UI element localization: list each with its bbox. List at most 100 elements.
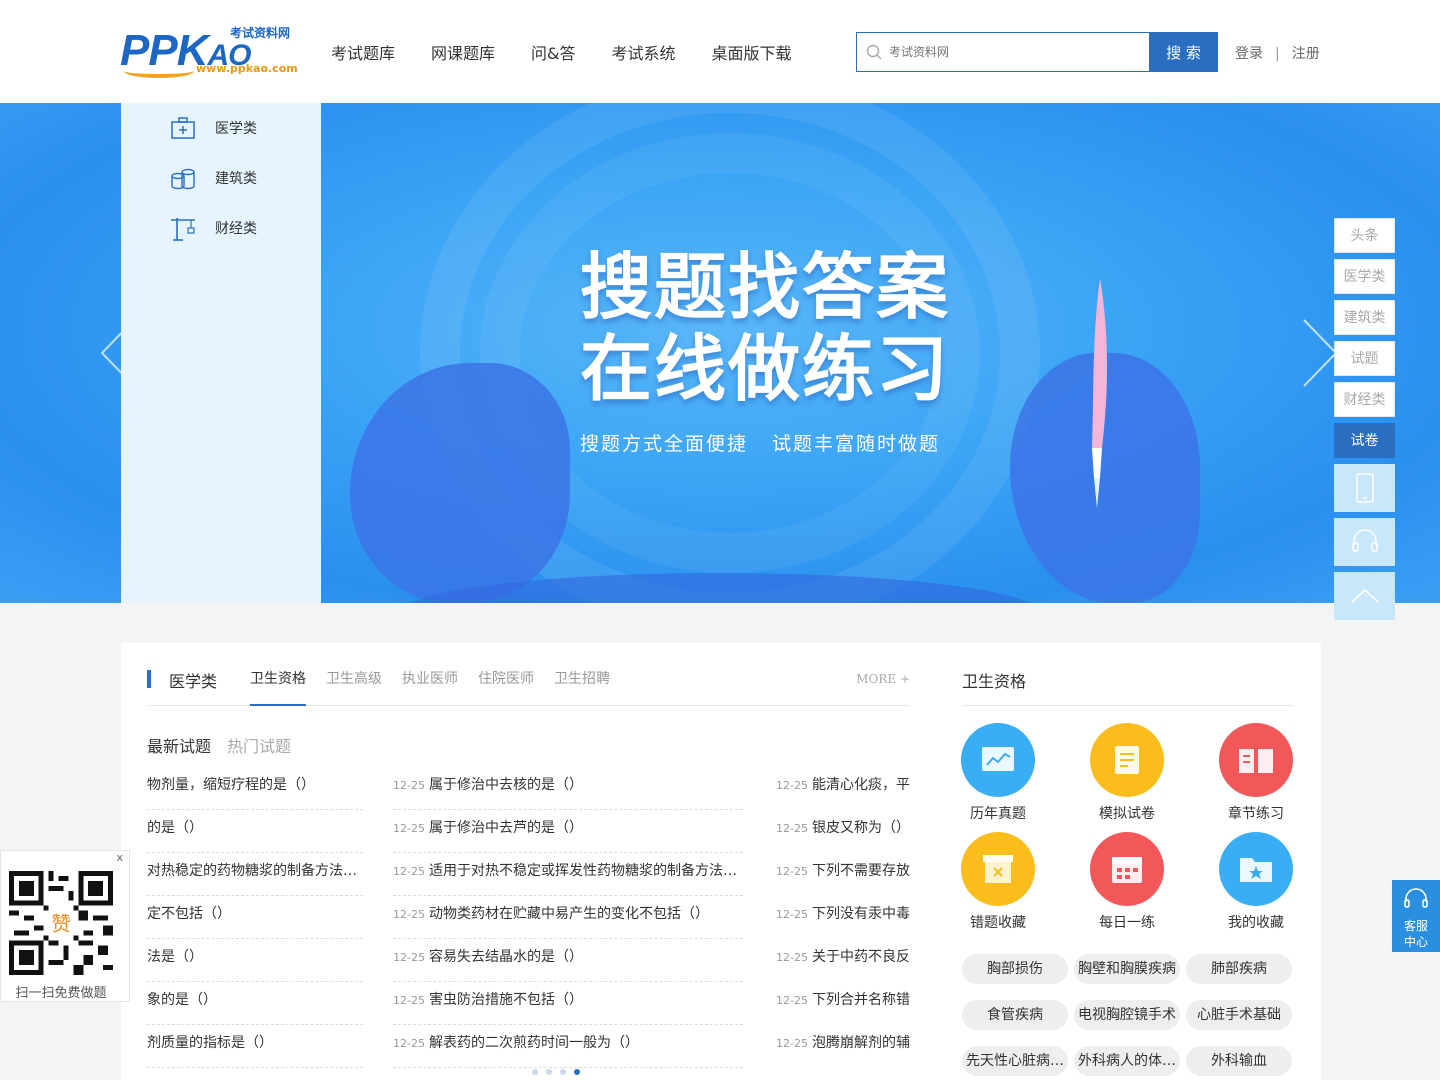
question-row[interactable]: 12-25下列合并名称错误	[776, 982, 910, 1025]
feature-my-favorites[interactable]: 我的收藏	[1211, 832, 1301, 932]
feature-circle	[1090, 832, 1164, 906]
search-box	[856, 32, 1150, 72]
pagination-dots	[532, 1069, 580, 1075]
headset-icon	[1404, 888, 1428, 908]
headset-icon	[1351, 529, 1378, 552]
feature-circle	[1219, 723, 1293, 797]
question-row[interactable]: 12-25 属于修治中去核的是（）	[393, 767, 743, 810]
nav-exam-bank[interactable]: 考试题库	[331, 40, 395, 64]
side-nav-headline[interactable]: 头条	[1334, 218, 1395, 253]
side-nav-questions[interactable]: 试题	[1334, 341, 1395, 376]
tab-licensed-physician[interactable]: 执业医师	[402, 668, 458, 706]
tab-latest-questions[interactable]: 最新试题	[147, 737, 211, 756]
question-row[interactable]: 12-25关于中药不良反应	[776, 939, 910, 982]
question-row[interactable]: 剂质量的指标是（）	[147, 1025, 363, 1068]
category-menu: 医学类 建筑类 财经类	[121, 103, 321, 603]
side-nav-papers[interactable]: 试卷	[1334, 423, 1395, 458]
calendar-icon	[1112, 857, 1142, 883]
login-separator: |	[1275, 46, 1280, 62]
question-row[interactable]: 象的是（）	[147, 982, 363, 1025]
right-panel-title: 卫生资格	[962, 668, 1294, 706]
section-tabs: 卫生资格 卫生高级 执业医师 住院医师 卫生招聘	[250, 668, 630, 706]
question-row[interactable]: 的是（）	[147, 810, 363, 853]
side-nav-building[interactable]: 建筑类	[1334, 300, 1395, 335]
topic-tag[interactable]: 电视胸腔镜手术	[1074, 1000, 1180, 1030]
feature-label: 历年真题	[970, 806, 1026, 822]
pagination-dot-active[interactable]	[574, 1069, 580, 1075]
main-nav: 考试题库 网课题库 问&答 考试系统 桌面版下载	[331, 40, 792, 64]
question-row[interactable]: 12-25 银皮又称为（）	[776, 810, 910, 853]
topic-tag[interactable]: 胸壁和胸膜疾病	[1074, 954, 1180, 984]
topic-tag[interactable]: 先天性心脏病的外科治疗	[962, 1046, 1068, 1076]
category-item-finance[interactable]: 财经类	[169, 213, 257, 243]
question-row[interactable]: 12-25泡腾崩解剂的辅料	[776, 1025, 910, 1068]
category-label: 医学类	[215, 121, 257, 137]
register-link[interactable]: 注册	[1292, 43, 1320, 63]
question-row[interactable]: 法是（）	[147, 939, 363, 982]
topic-tag[interactable]: 肺部疾病	[1186, 954, 1292, 984]
tab-health-recruitment[interactable]: 卫生招聘	[554, 668, 610, 706]
category-item-medical[interactable]: 医学类	[169, 113, 257, 143]
search-input[interactable]	[889, 41, 1139, 63]
qr-close-button[interactable]: x	[116, 851, 123, 864]
topic-tag[interactable]: 心脏手术基础	[1186, 1000, 1292, 1030]
tab-health-qualification[interactable]: 卫生资格	[250, 668, 306, 706]
question-row[interactable]: 12-25 适用于对热不稳定或挥发性药物糖浆的制备方法是（）	[393, 853, 743, 896]
qr-badge: 赞	[51, 912, 71, 935]
question-row[interactable]: 12-25 容易失去结晶水的是（）	[393, 939, 743, 982]
side-mobile-button[interactable]	[1334, 464, 1395, 512]
back-to-top-button[interactable]	[1334, 572, 1395, 620]
login-link[interactable]: 登录	[1235, 43, 1263, 63]
topic-tag[interactable]: 外科病人的体液失调	[1074, 1046, 1180, 1076]
nav-desktop-download[interactable]: 桌面版下载	[712, 40, 792, 64]
pagination-dot[interactable]	[560, 1069, 566, 1075]
topic-tag[interactable]: 外科输血	[1186, 1046, 1292, 1076]
feature-mock-papers[interactable]: 模拟试卷	[1082, 723, 1172, 823]
topic-tag[interactable]: 食管疾病	[962, 1000, 1068, 1030]
question-row[interactable]: 12-25 害虫防治措施不包括（）	[393, 982, 743, 1025]
feature-label: 每日一练	[1099, 915, 1155, 931]
qr-code-float: x 赞 扫一扫免费做题	[0, 850, 130, 1002]
search-button[interactable]: 搜 索	[1149, 32, 1218, 72]
feature-circle	[1219, 832, 1293, 906]
search-icon	[866, 44, 882, 60]
side-support-button[interactable]	[1334, 518, 1395, 566]
medical-kit-icon	[171, 117, 195, 139]
question-row[interactable]: 12-25能清心化痰，平肝	[776, 767, 910, 810]
question-row[interactable]: 12-25下列没有汞中毒现	[776, 896, 910, 939]
coins-stack-icon	[171, 168, 195, 190]
category-item-building[interactable]: 建筑类	[169, 163, 257, 193]
tab-health-senior[interactable]: 卫生高级	[326, 668, 382, 706]
tab-hot-questions[interactable]: 热门试题	[227, 737, 291, 756]
pagination-dot[interactable]	[532, 1069, 538, 1075]
question-row[interactable]: 定不包括（）	[147, 896, 363, 939]
question-row[interactable]: 12-25 解表药的二次煎药时间一般为（）	[393, 1025, 743, 1068]
nav-course-bank[interactable]: 网课题库	[431, 40, 495, 64]
topic-tag[interactable]: 胸部损伤	[962, 954, 1068, 984]
side-nav-finance[interactable]: 财经类	[1334, 382, 1395, 417]
qr-caption: 扫一扫免费做题	[15, 986, 107, 1001]
customer-service-button[interactable]: 客服 中心	[1392, 880, 1440, 952]
header: PPKAO 考试资料网 www.ppkao.com 考试题库 网课题库 问&答 …	[0, 0, 1440, 103]
more-link[interactable]: MORE +	[856, 672, 910, 686]
site-logo[interactable]: PPKAO 考试资料网 www.ppkao.com	[120, 24, 298, 80]
question-row[interactable]: 12-25 动物类药材在贮藏中易产生的变化不包括（）	[393, 896, 743, 939]
question-row[interactable]: 12-25下列不需要存放在	[776, 853, 910, 896]
feature-daily-practice[interactable]: 每日一练	[1082, 832, 1172, 932]
feature-chapter-practice[interactable]: 章节练习	[1211, 723, 1301, 823]
nav-qa[interactable]: 问&答	[531, 40, 575, 64]
nav-exam-system[interactable]: 考试系统	[612, 40, 676, 64]
question-row[interactable]: 12-25 属于修治中去芦的是（）	[393, 810, 743, 853]
pagination-dot[interactable]	[546, 1069, 552, 1075]
question-row[interactable]: 对热稳定的药物糖浆的制备方法是（）	[147, 853, 363, 896]
question-row[interactable]: 物剂量，缩短疗程的是（）	[147, 767, 363, 810]
side-nav-medical[interactable]: 医学类	[1334, 259, 1395, 294]
floating-side-nav: 头条 医学类 建筑类 试题 财经类 试卷	[1334, 218, 1395, 464]
document-icon	[1115, 746, 1139, 774]
feature-wrong-collection[interactable]: 错题收藏	[953, 832, 1043, 932]
feature-past-exams[interactable]: 历年真题	[953, 723, 1043, 823]
tab-resident-physician[interactable]: 住院医师	[478, 668, 534, 706]
service-label-line1: 客服	[1403, 919, 1428, 933]
crane-icon	[171, 218, 195, 241]
question-sub-tabs: 最新试题 热门试题	[147, 733, 307, 757]
